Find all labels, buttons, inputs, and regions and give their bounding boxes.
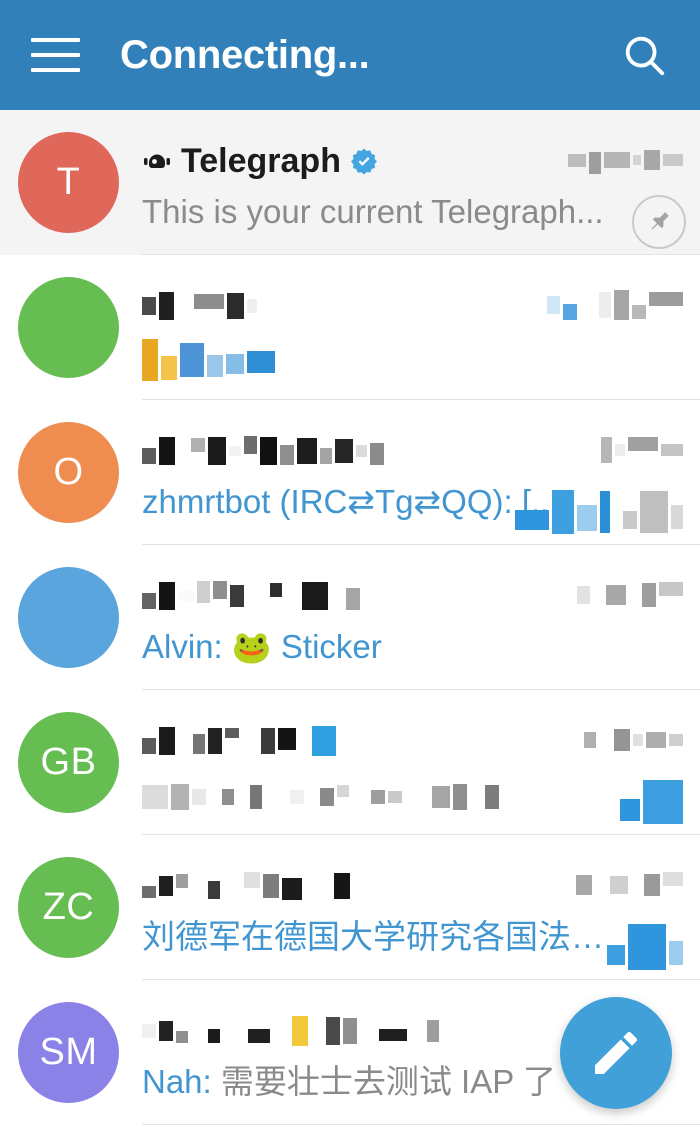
unread-badge-redacted <box>515 486 686 538</box>
chat-preview-redacted <box>142 336 612 381</box>
app-header: Connecting... <box>0 0 700 110</box>
chat-preview-sender: Alvin: <box>142 628 223 665</box>
avatar: ZC <box>18 857 119 958</box>
chat-preview: 刘德军在德国大学研究各国法… <box>142 916 612 958</box>
bot-head-icon <box>142 148 172 174</box>
chat-name-redacted <box>142 873 353 899</box>
chat-row-body <box>119 255 700 400</box>
unread-badge-redacted <box>620 776 686 828</box>
chat-row-6[interactable]: ZC 刘德军在德国大学研究各国法… <box>0 835 700 980</box>
avatar: T <box>18 132 119 233</box>
chat-row-body: Alvin: 🐸 Sticker <box>119 545 700 690</box>
chat-row-4[interactable]: Alvin: 🐸 Sticker <box>0 545 700 690</box>
chat-row-body <box>119 690 700 835</box>
avatar: SM <box>18 1002 119 1103</box>
chat-preview-text: Sticker <box>281 628 382 665</box>
avatar-initials: ZC <box>43 886 95 929</box>
chat-row-telegraph[interactable]: T Telegraph <box>0 110 700 255</box>
chat-timestamp-redacted <box>568 140 686 180</box>
row-divider <box>142 1124 700 1125</box>
chat-timestamp-redacted <box>584 720 686 760</box>
chat-name-redacted <box>142 726 339 756</box>
chat-name-redacted <box>142 437 387 465</box>
chat-name: Telegraph <box>181 142 341 181</box>
chat-preview-redacted <box>142 771 612 815</box>
sticker-emoji: 🐸 <box>232 629 272 665</box>
chat-name-redacted <box>142 582 363 610</box>
chat-preview: Nah: 需要壮士去测试 IAP 了 <box>142 1061 612 1103</box>
hamburger-menu-icon[interactable] <box>26 26 84 84</box>
unread-badge-redacted <box>607 921 686 973</box>
chat-timestamp-redacted <box>577 575 686 615</box>
avatar-initials: O <box>53 451 83 494</box>
chat-row-body: Telegraph This is your current Telegraph… <box>119 110 700 255</box>
chat-row-3[interactable]: O zhmrtbot (IRC⇄Tg⇄QQ): [... <box>0 400 700 545</box>
verified-badge-icon <box>350 147 378 175</box>
chat-row-body: 刘德军在德国大学研究各国法… <box>119 835 700 980</box>
avatar-initials: T <box>57 161 81 204</box>
chat-timestamp-redacted <box>576 865 686 905</box>
telegram-chat-list-screen: Connecting... T <box>0 0 700 1127</box>
avatar: O <box>18 422 119 523</box>
compose-pencil-icon <box>588 1025 644 1081</box>
chat-name-redacted <box>142 292 260 320</box>
page-title: Connecting... <box>120 33 369 78</box>
chat-row-body: zhmrtbot (IRC⇄Tg⇄QQ): [... <box>119 400 700 545</box>
chat-row-5[interactable]: GB <box>0 690 700 835</box>
chat-name-redacted <box>142 1016 442 1046</box>
avatar: GB <box>18 712 119 813</box>
pin-indicator <box>632 196 686 248</box>
chat-preview-sender: Nah: <box>142 1063 212 1100</box>
avatar <box>18 567 119 668</box>
avatar-initials: SM <box>40 1031 98 1074</box>
pin-icon <box>632 195 686 249</box>
avatar <box>18 277 119 378</box>
chat-timestamp-redacted <box>547 285 686 325</box>
search-icon[interactable] <box>614 25 674 85</box>
chat-preview: Alvin: 🐸 Sticker <box>142 626 612 668</box>
chat-list: T Telegraph <box>0 110 700 1125</box>
chat-preview-text: 需要壮士去测试 IAP 了 <box>221 1063 556 1100</box>
compose-fab-button[interactable] <box>560 997 672 1109</box>
avatar-initials: GB <box>41 741 97 784</box>
chat-row-2[interactable] <box>0 255 700 400</box>
chat-preview: This is your current Telegraph... <box>142 191 612 233</box>
chat-timestamp-redacted <box>601 430 686 470</box>
